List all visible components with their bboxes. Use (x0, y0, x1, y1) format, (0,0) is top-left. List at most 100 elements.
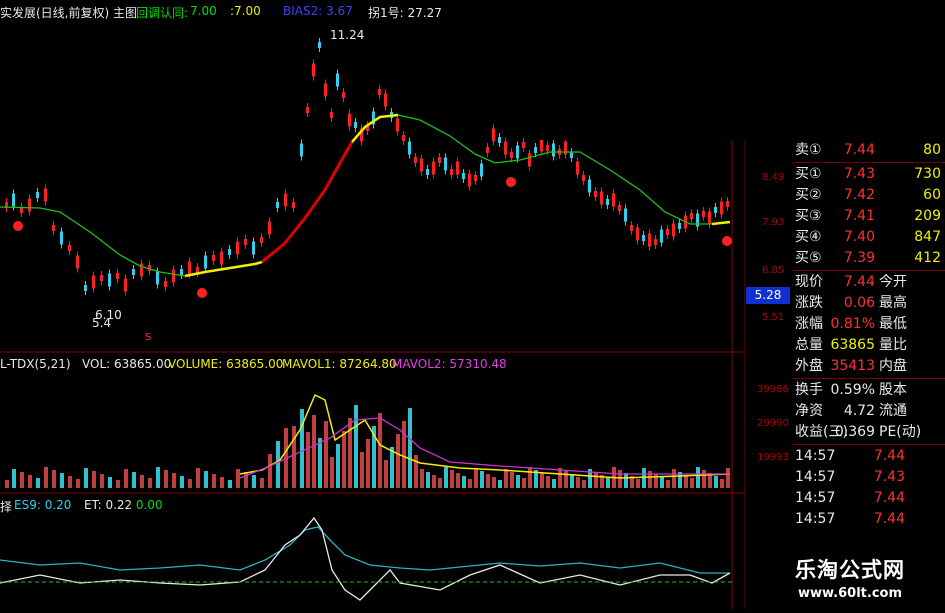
candle (292, 202, 295, 208)
order-book-row-extra: 412 (914, 250, 941, 266)
volume-bar (196, 468, 200, 488)
candle (188, 261, 191, 275)
volume-bar (124, 469, 128, 488)
fundamental-row[interactable]: 换手 0.59% 股本 (793, 380, 945, 401)
volume-bar (156, 467, 160, 488)
volume-bar (312, 415, 316, 488)
candle (630, 225, 633, 231)
order-book-row[interactable]: 买⑤ 7.39 412 (793, 248, 945, 269)
volume-bar (456, 473, 460, 488)
fundamental-row-extra: PE(动) (879, 424, 922, 440)
tick-row[interactable]: 14:57 7.43 (793, 467, 945, 488)
candle (492, 128, 495, 142)
order-book-row[interactable]: 卖① 7.44 80 (793, 140, 945, 161)
volume-bar (140, 475, 144, 488)
volume-bar (594, 472, 598, 488)
vol-value: VOL: 63865.00 (82, 357, 172, 371)
candle (690, 213, 693, 219)
volume-bar (84, 468, 88, 488)
axis-tick: 6.85 (762, 265, 785, 276)
volume-bar (188, 479, 192, 488)
candle (312, 63, 315, 77)
order-book-row-extra: 60 (923, 187, 941, 203)
volume-bar (690, 478, 694, 488)
candle (474, 175, 477, 181)
volume-bar (354, 405, 358, 488)
order-book-row-label: 卖① (795, 142, 822, 158)
candle (546, 145, 549, 151)
candle (76, 255, 79, 269)
high-label: 11.24 (330, 28, 365, 42)
divider (793, 444, 945, 445)
candle (528, 153, 531, 167)
quote-row-label: 总量 (795, 337, 823, 353)
volume-bar (414, 455, 418, 488)
quote-row[interactable]: 现价 7.44 今开 (793, 272, 945, 293)
volume-bar (108, 477, 112, 488)
candle (654, 239, 657, 245)
order-book-row-value: 7.41 (843, 208, 875, 224)
tick-row[interactable]: 14:57 7.44 (793, 509, 945, 530)
indicator-prefix: 择 (0, 500, 13, 514)
quote-row-extra: 内盘 (879, 358, 907, 374)
volume-bar (164, 470, 168, 488)
volume-bar (486, 474, 490, 488)
volume-bar (306, 432, 310, 488)
quote-row[interactable]: 涨幅 0.81% 最低 (793, 314, 945, 335)
current-price-tag: 5.28 (746, 287, 790, 304)
order-book-row-label: 买② (795, 187, 822, 203)
candle (702, 211, 705, 217)
quote-row-value: 7.44 (843, 274, 875, 290)
order-book-row-value: 7.42 (843, 187, 875, 203)
candle (228, 249, 231, 255)
volume-bar (450, 470, 454, 488)
candle (28, 198, 31, 212)
volume-bar (76, 479, 80, 488)
candle (12, 193, 15, 207)
tick-price: 7.44 (873, 448, 905, 464)
divider (793, 270, 945, 271)
fundamental-row[interactable]: 净资 4.72 流通 (793, 401, 945, 422)
volume-bar (492, 477, 496, 488)
tick-time: 14:57 (795, 469, 836, 485)
volume-bar (432, 475, 436, 488)
volume-bar (324, 421, 328, 488)
candle (480, 163, 483, 177)
volume-bar (384, 460, 388, 488)
quote-row[interactable]: 涨跌 0.06 最高 (793, 293, 945, 314)
candle (522, 142, 525, 148)
order-book-row[interactable]: 买④ 7.40 847 (793, 227, 945, 248)
tick-time: 14:57 (795, 490, 836, 506)
order-book-row[interactable]: 买③ 7.41 209 (793, 206, 945, 227)
candle (624, 208, 627, 222)
candle (726, 201, 729, 207)
signal-dot (13, 221, 23, 231)
volume-bar (618, 470, 622, 488)
candle (570, 152, 573, 158)
volume-bar (60, 473, 64, 488)
volume-bar (480, 471, 484, 488)
tick-row[interactable]: 14:57 7.44 (793, 446, 945, 467)
candle (44, 188, 47, 202)
order-book-row[interactable]: 买② 7.42 60 (793, 185, 945, 206)
watermark-title: 乐淘公式网 (795, 558, 905, 582)
candle (426, 169, 429, 175)
volume-bar (720, 479, 724, 488)
candle (336, 73, 339, 87)
volume-bar (92, 471, 96, 488)
order-book-row[interactable]: 买① 7.43 730 (793, 164, 945, 185)
volume-bar (68, 476, 72, 488)
es-value: ES9: 0.20 (14, 498, 72, 512)
quote-row[interactable]: 外盘 35413 内盘 (793, 356, 945, 377)
quote-row[interactable]: 总量 63865 量比 (793, 335, 945, 356)
indicator-value1: 7.00 (190, 4, 217, 18)
candle (660, 229, 663, 243)
tick-row[interactable]: 14:57 7.44 (793, 488, 945, 509)
candle (534, 147, 537, 153)
candle (236, 241, 239, 255)
candle (306, 107, 309, 113)
volume-bar (100, 474, 104, 488)
candle (444, 157, 447, 171)
fundamental-row[interactable]: 收益(三) 0.369 PE(动) (793, 422, 945, 443)
candle (180, 269, 183, 275)
